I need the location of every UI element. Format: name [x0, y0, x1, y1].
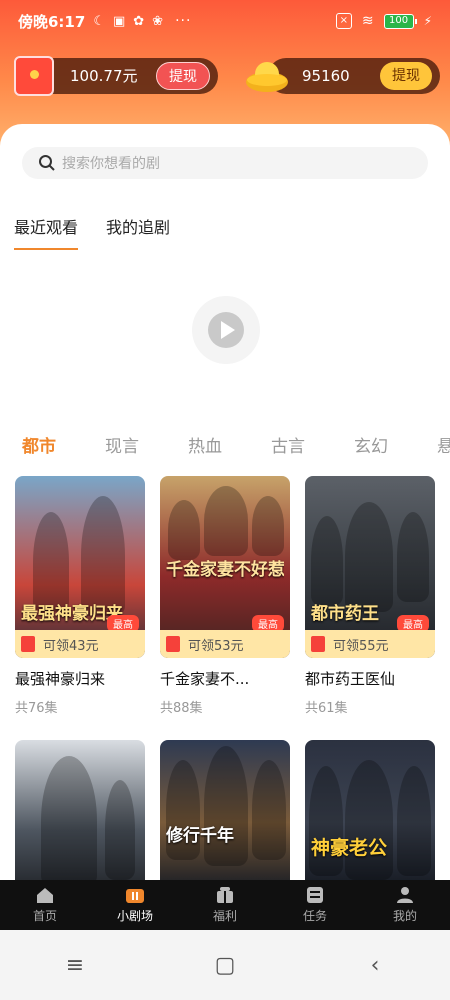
- nav-label: 我的: [392, 909, 417, 923]
- cash-withdraw-button[interactable]: 提现: [156, 62, 210, 90]
- drama-poster[interactable]: 神豪老公: [305, 740, 435, 890]
- sim-icon: ×: [335, 13, 352, 29]
- poster-figure: [168, 500, 200, 560]
- nav-label: 首页: [32, 909, 57, 923]
- poster-figure: [41, 756, 97, 886]
- cash-amount: 100.77元: [70, 67, 138, 85]
- home-square-icon[interactable]: ▢: [205, 953, 245, 978]
- nav-label: 福利: [212, 909, 237, 923]
- drama-poster[interactable]: 都市药王 最高 可领55元: [305, 476, 435, 658]
- search-input[interactable]: 搜索你想看的剧: [22, 147, 428, 179]
- drama-card[interactable]: 最强神豪归来 最高 可领43元 最强神豪归来 共76集: [15, 476, 145, 716]
- tab-following[interactable]: 我的追剧: [106, 214, 170, 246]
- poster-figure: [105, 780, 135, 880]
- poster-figure: [345, 760, 393, 880]
- more-notifications-icon: ···: [175, 13, 192, 29]
- drama-title[interactable]: 千金家妻不...: [160, 668, 290, 689]
- category-tabs: 都市 现言 热血 古言 玄幻 悬: [22, 432, 450, 457]
- app-notification-icon: ✿: [133, 13, 145, 29]
- episode-count: 共61集: [305, 701, 348, 716]
- category-action[interactable]: 热血: [188, 432, 271, 457]
- notification-icons: ☾ ▣ ✿ ❀: [93, 14, 163, 29]
- coin-withdraw-button[interactable]: 提现: [380, 62, 432, 90]
- nav-welfare[interactable]: 福利: [180, 880, 270, 930]
- red-envelope-icon: [311, 636, 325, 652]
- nav-label: 任务: [302, 909, 327, 923]
- poster-title-art: 修行千年: [166, 826, 234, 846]
- poster-figure: [252, 496, 284, 556]
- profile-icon: [397, 887, 413, 903]
- battery-icon: 100: [383, 13, 417, 29]
- back-icon[interactable]: ‹: [355, 953, 395, 978]
- drama-title[interactable]: 都市药王医仙: [305, 668, 435, 689]
- category-ancient[interactable]: 古言: [271, 432, 354, 457]
- reward-bar: 可领53元: [160, 630, 290, 658]
- drama-card[interactable]: 神豪老公: [305, 740, 435, 890]
- nav-home[interactable]: 首页: [0, 880, 90, 930]
- gold-ingot-icon: [246, 62, 288, 92]
- red-envelope-icon: [21, 636, 35, 652]
- category-urban[interactable]: 都市: [22, 432, 105, 457]
- reward-text: 可领55元: [333, 638, 389, 654]
- red-envelope-icon: [166, 636, 180, 652]
- poster-figure: [345, 502, 393, 612]
- poster-figure: [204, 486, 248, 556]
- drama-poster[interactable]: [15, 740, 145, 890]
- nav-label: 小剧场: [116, 909, 153, 923]
- nav-profile[interactable]: 我的: [360, 880, 450, 930]
- drama-card[interactable]: 都市药王 最高 可领55元 都市药王医仙 共61集: [305, 476, 435, 716]
- episode-count: 共88集: [160, 701, 203, 716]
- poster-title-art: 千金家妻不好惹: [166, 560, 284, 580]
- poster-figure: [204, 746, 248, 866]
- task-icon: [307, 887, 323, 903]
- charging-icon: ⚡: [423, 14, 432, 28]
- app-notification-icon: ▣: [112, 13, 126, 29]
- drama-card[interactable]: [15, 740, 145, 890]
- search-placeholder: 搜索你想看的剧: [62, 156, 160, 172]
- drama-poster[interactable]: 千金家妻不好惹 最高 可领53元: [160, 476, 290, 658]
- system-navigation-bar: ≡ ▢ ‹: [0, 930, 450, 1000]
- reward-text: 可领53元: [188, 638, 244, 654]
- category-romance[interactable]: 现言: [105, 432, 188, 457]
- red-envelope-icon: [14, 56, 54, 96]
- category-suspense[interactable]: 悬: [437, 432, 450, 457]
- status-bar: 傍晚6:17 ☾ ▣ ✿ ❀ ··· × ≋ 100 ⚡: [0, 0, 450, 42]
- bottom-navigation: 首页 小剧场 福利 任务 我的: [0, 880, 450, 930]
- gift-icon: [217, 887, 233, 903]
- reward-text: 可领43元: [43, 638, 99, 654]
- theater-icon: [126, 889, 144, 903]
- status-time: 傍晚6:17: [18, 12, 86, 31]
- drama-title[interactable]: 最强神豪归来: [15, 668, 145, 689]
- poster-figure: [33, 512, 69, 612]
- poster-figure: [81, 496, 125, 616]
- drama-card[interactable]: 千金家妻不好惹 最高 可领53元 千金家妻不... 共88集: [160, 476, 290, 716]
- moon-icon: ☾: [93, 13, 105, 29]
- coin-wallet: 95160 提现: [240, 58, 440, 94]
- poster-title-art: 神豪老公: [311, 837, 388, 859]
- tab-recent[interactable]: 最近观看: [14, 214, 79, 250]
- wifi-icon: ≋: [361, 13, 374, 29]
- cash-wallet: 100.77元 提现: [8, 56, 218, 96]
- coin-amount: 95160: [302, 67, 350, 85]
- nav-theater[interactable]: 小剧场: [90, 880, 180, 930]
- empty-play-icon: [192, 296, 260, 364]
- drama-poster[interactable]: 最强神豪归来 最高 可领43元: [15, 476, 145, 658]
- nav-tasks[interactable]: 任务: [270, 880, 360, 930]
- menu-icon[interactable]: ≡: [55, 953, 95, 978]
- poster-figure: [397, 512, 429, 602]
- search-icon: [39, 155, 55, 171]
- episode-count: 共76集: [15, 701, 58, 716]
- drama-card[interactable]: 修行千年: [160, 740, 290, 890]
- reward-bar: 可领55元: [305, 630, 435, 658]
- poster-figure: [311, 516, 343, 606]
- drama-poster[interactable]: 修行千年: [160, 740, 290, 890]
- home-icon: [37, 888, 53, 903]
- category-fantasy[interactable]: 玄幻: [354, 432, 437, 457]
- reward-bar: 可领43元: [15, 630, 145, 658]
- app-notification-icon: ❀: [152, 13, 164, 29]
- history-tabs: 最近观看 我的追剧: [14, 214, 170, 250]
